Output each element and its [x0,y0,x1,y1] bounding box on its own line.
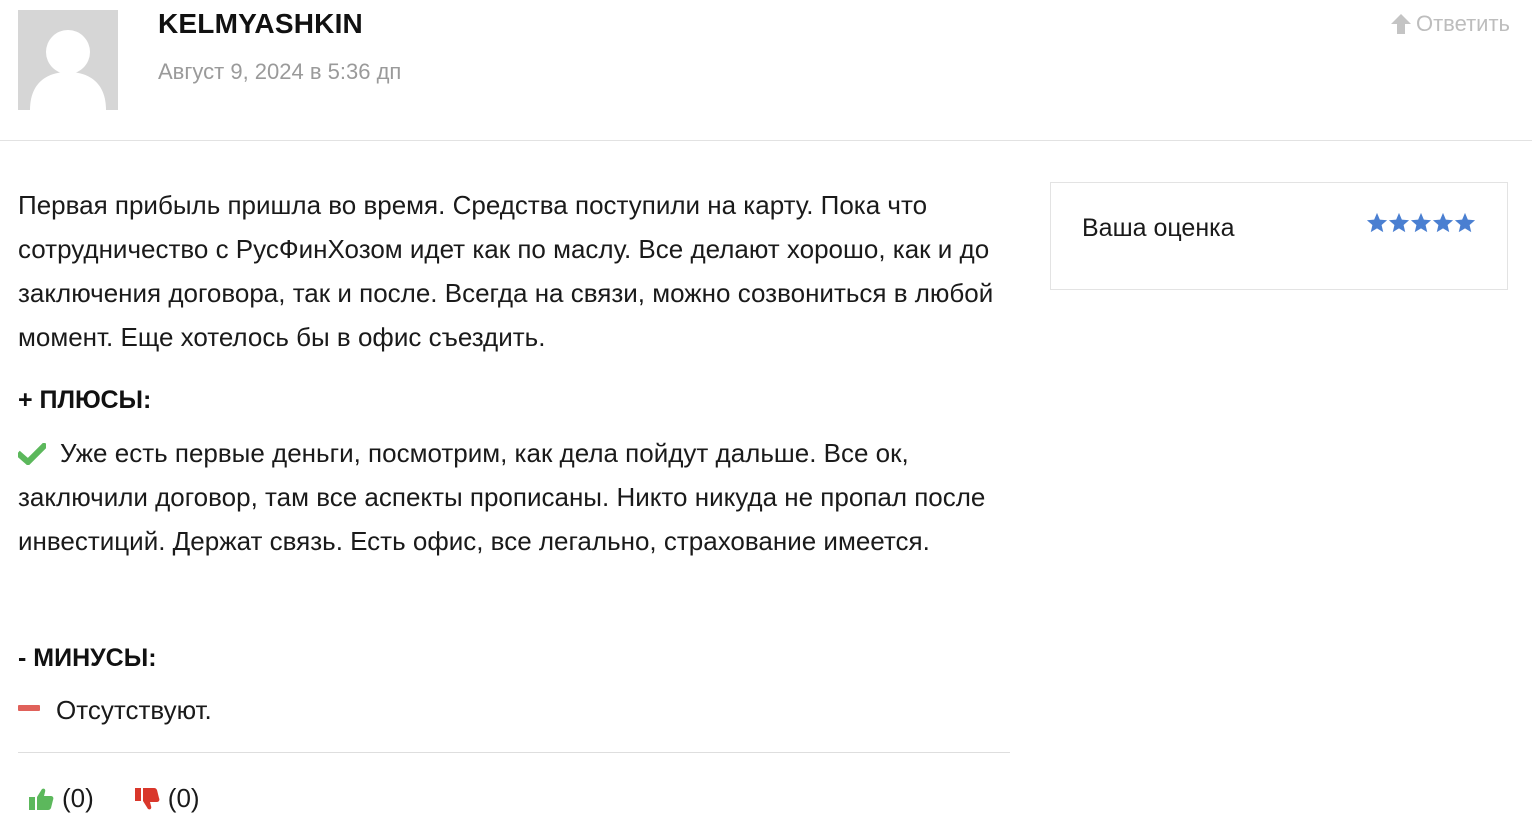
reply-button[interactable]: Ответить [1390,11,1510,37]
comment-date: Август 9, 2024 в 5:36 дп [158,59,402,84]
cons-heading: - МИНУСЫ: [18,644,157,672]
arrow-up-icon [1390,14,1411,34]
cons-row: Отсутствуют. [18,690,212,730]
like-button[interactable]: (0) [28,783,94,814]
avatar [18,10,118,110]
star-icon[interactable] [1454,212,1476,234]
rating-label: Ваша оценка [1082,214,1235,242]
pros-text: Уже есть первые деньги, посмотрим, как д… [18,438,986,556]
minus-icon [18,705,40,711]
star-icon[interactable] [1410,212,1432,234]
header-divider [0,140,1532,141]
cons-text: Отсутствуют. [56,695,212,725]
like-count: (0) [62,783,94,813]
dislike-count: (0) [167,783,200,813]
user-silhouette-icon [18,10,118,110]
vote-bar: (0) (0) [28,783,200,814]
thumbs-down-icon [134,787,160,809]
pros-heading: + ПЛЮСЫ: [18,386,152,414]
star-icon[interactable] [1432,212,1454,234]
check-icon [18,443,46,465]
rating-stars[interactable] [1366,212,1476,234]
footer-divider [18,752,1010,753]
star-icon[interactable] [1388,212,1410,234]
comment-body: Первая прибыль пришла во время. Средства… [18,190,994,352]
rating-box: Ваша оценка [1050,182,1508,290]
reply-label: Ответить [1415,11,1510,36]
thumbs-up-icon [29,788,54,810]
star-icon[interactable] [1366,212,1388,234]
dislike-button[interactable]: (0) [134,783,200,814]
comment-author: KELMYASHKIN [158,8,363,39]
pros-text-block: Уже есть первые деньги, посмотрим, как д… [18,431,1008,563]
